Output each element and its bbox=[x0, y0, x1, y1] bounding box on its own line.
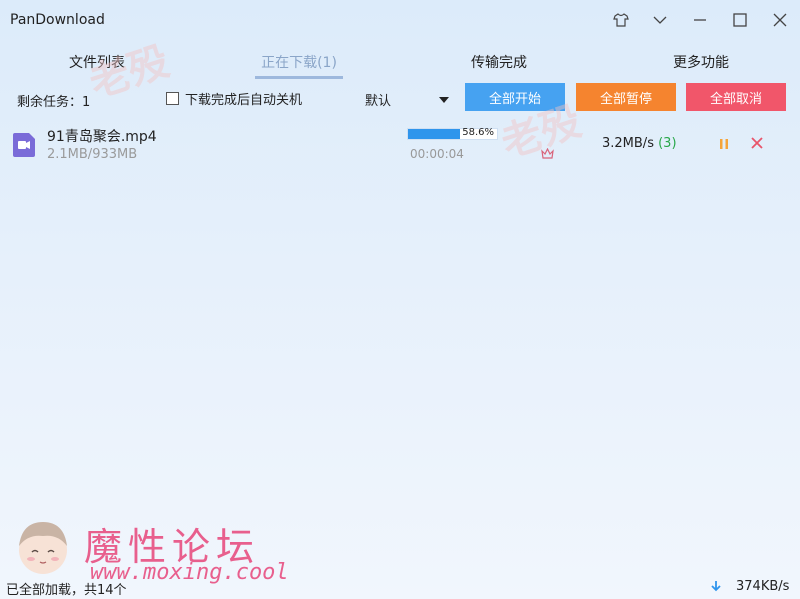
remaining-tasks: 剩余任务：1 bbox=[17, 95, 91, 110]
close-icon[interactable] bbox=[764, 6, 796, 34]
pause-all-button[interactable]: 全部暂停 bbox=[576, 83, 676, 111]
skin-icon[interactable] bbox=[605, 6, 637, 34]
download-row[interactable]: 91青岛聚会.mp4 2.1MB/933MB 58.6% 00:00:04 3.… bbox=[0, 122, 800, 170]
pause-icon[interactable] bbox=[719, 138, 729, 150]
net-speed: 374KB/s bbox=[736, 579, 790, 594]
active-tab-indicator bbox=[255, 76, 343, 79]
file-name: 91青岛聚会.mp4 bbox=[47, 129, 157, 145]
connection-count: (3) bbox=[658, 136, 677, 151]
tab-downloading[interactable]: 正在下载(1) bbox=[245, 52, 353, 78]
tab-completed[interactable]: 传输完成 bbox=[450, 52, 548, 78]
sort-dropdown[interactable]: 默认 bbox=[365, 90, 449, 109]
speed-value: 3.2MB/s bbox=[602, 136, 654, 151]
auto-shutdown-checkbox[interactable] bbox=[166, 92, 179, 105]
caret-down-icon bbox=[439, 96, 449, 103]
auto-shutdown-option[interactable]: 下载完成后自动关机 bbox=[166, 89, 302, 108]
download-arrow-icon bbox=[710, 580, 722, 593]
status-bar: 已全部加载，共14个 374KB/s bbox=[0, 573, 800, 599]
elapsed-time: 00:00:04 bbox=[410, 147, 464, 161]
progress-text: 58.6% bbox=[462, 127, 494, 138]
maximize-icon[interactable] bbox=[724, 6, 756, 34]
auto-shutdown-label: 下载完成后自动关机 bbox=[185, 93, 303, 108]
cancel-all-button[interactable]: 全部取消 bbox=[686, 83, 786, 111]
anime-face-icon bbox=[14, 516, 72, 578]
status-text: 已全部加载，共14个 bbox=[6, 583, 127, 598]
sort-value: 默认 bbox=[365, 94, 392, 109]
video-file-icon bbox=[13, 133, 35, 157]
app-title: PanDownload bbox=[10, 12, 105, 28]
tab-more-features[interactable]: 更多功能 bbox=[652, 52, 750, 78]
remove-task-icon[interactable] bbox=[750, 136, 764, 150]
progress-bar: 58.6% bbox=[407, 127, 498, 140]
progress-fill bbox=[408, 129, 461, 139]
minimize-icon[interactable] bbox=[684, 6, 716, 34]
file-size: 2.1MB/933MB bbox=[47, 147, 138, 162]
chevron-down-icon[interactable] bbox=[644, 6, 676, 34]
title-bar: PanDownload bbox=[0, 0, 800, 40]
download-speed: 3.2MB/s (3) bbox=[602, 136, 677, 151]
